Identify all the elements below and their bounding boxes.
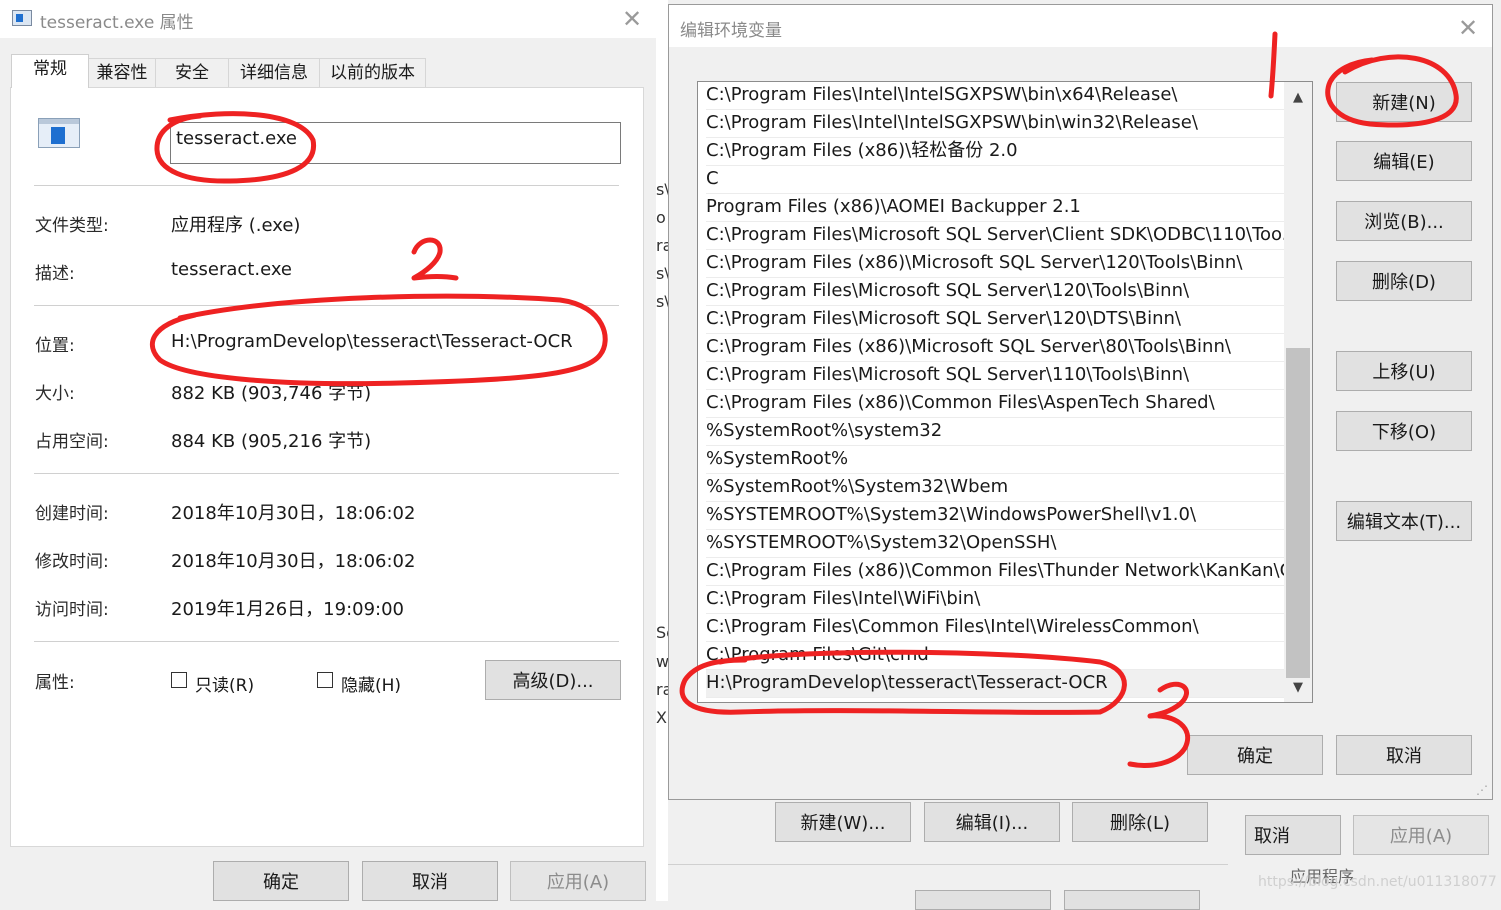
path-list-item[interactable]: %SystemRoot%\system32 [706, 418, 1284, 446]
field-value-location[interactable]: H:\ProgramDevelop\tesseract\Tesseract-OC… [171, 331, 573, 352]
path-list-item-selected[interactable]: H:\ProgramDevelop\tesseract\Tesseract-OC… [706, 670, 1284, 698]
tab-security[interactable]: 安全 [155, 58, 229, 87]
path-list-item[interactable]: C:\Program Files (x86)\Microsoft SQL Ser… [706, 334, 1284, 362]
path-list-item[interactable]: C:\Program Files\Common Files\Intel\Wire… [706, 614, 1284, 642]
path-list-item[interactable]: C:\Program Files\Intel\IntelSGXPSW\bin\w… [706, 110, 1284, 138]
edit-button[interactable]: 编辑(E) [1336, 141, 1472, 181]
back-apply-button[interactable]: 应用(A) [1353, 815, 1489, 855]
env-ok-button[interactable]: 确定 [1187, 735, 1323, 775]
path-list-item[interactable]: Program Files (x86)\AOMEI Backupper 2.1 [706, 194, 1284, 222]
path-list-item[interactable]: %SystemRoot% [706, 446, 1284, 474]
path-list-item[interactable]: C:\Program Files\Microsoft SQL Server\Cl… [706, 222, 1284, 250]
tab-compatibility[interactable]: 兼容性 [88, 58, 156, 87]
general-panel [10, 87, 644, 847]
path-list-item[interactable]: C:\Program Files (x86)\Common Files\Thun… [706, 558, 1284, 586]
text-fragment: X [656, 708, 667, 727]
env-titlebar: 编辑环境变量 ✕ [669, 5, 1492, 47]
path-list-item[interactable]: %SYSTEMROOT%\System32\WindowsPowerShell\… [706, 502, 1284, 530]
hidden-label[interactable]: 隐藏(H) [341, 671, 401, 696]
field-label-description: 描述: [35, 264, 75, 284]
path-list-item[interactable]: C [706, 166, 1284, 194]
field-value-accessed: 2019年1月26日，19:09:00 [171, 599, 405, 620]
path-list-item[interactable]: %SYSTEMROOT%\System32\OpenSSH\ [706, 530, 1284, 558]
path-list-item[interactable]: C:\Program Files (x86)\轻松备份 2.0 [706, 138, 1284, 166]
close-icon[interactable]: ✕ [1458, 16, 1478, 40]
delete-button[interactable]: 删除(D) [1336, 261, 1472, 301]
background-window-strip: s\ o ra s\ s\ Se ws ra X [656, 0, 677, 901]
properties-titlebar: tesseract.exe 属性 ✕ [0, 0, 656, 38]
path-list-item[interactable]: C:\Program Files\Intel\IntelSGXPSW\bin\x… [706, 82, 1284, 110]
text-fragment: o [656, 208, 666, 227]
ok-button[interactable]: 确定 [213, 861, 349, 901]
exe-file-icon [38, 118, 80, 148]
back-button-partial[interactable] [915, 890, 1051, 910]
readonly-label[interactable]: 只读(R) [195, 671, 254, 696]
path-list-item[interactable]: C:\Program Files\Git\cmd [706, 642, 1284, 670]
apply-button[interactable]: 应用(A) [510, 861, 646, 901]
divider [34, 305, 619, 306]
tab-details[interactable]: 详细信息 [228, 58, 320, 87]
field-value-description: tesseract.exe [171, 259, 292, 280]
file-name-input[interactable]: tesseract.exe [170, 122, 621, 164]
attributes-label: 属性: [35, 673, 75, 693]
env-dialog-title: 编辑环境变量 [680, 21, 782, 41]
environment-variables-dialog-behind: 新建(W)... 编辑(I)... 删除(L) 取消 应用(A) 应用程序 ht… [668, 800, 1501, 910]
back-button-partial[interactable] [1064, 890, 1200, 910]
cancel-button[interactable]: 取消 [362, 861, 498, 901]
back-edit-button[interactable]: 编辑(I)... [924, 802, 1060, 842]
field-value-created: 2018年10月30日，18:06:02 [171, 503, 416, 524]
close-icon[interactable]: ✕ [622, 7, 642, 31]
scroll-down-icon[interactable]: ▼ [1284, 680, 1312, 695]
path-list-item[interactable]: %SystemRoot%\System32\Wbem [706, 474, 1284, 502]
path-list-item[interactable]: C:\Program Files\Microsoft SQL Server\12… [706, 278, 1284, 306]
field-value-size-on-disk: 884 KB (905,216 字节) [171, 431, 372, 452]
back-new-button[interactable]: 新建(W)... [775, 802, 911, 842]
field-value-modified: 2018年10月30日，18:06:02 [171, 551, 416, 572]
tab-previous-versions[interactable]: 以前的版本 [319, 58, 426, 87]
edit-environment-variable-dialog: 编辑环境变量 ✕ C:\Program Files\Intel\IntelSGX… [668, 4, 1493, 800]
divider [668, 864, 1228, 865]
field-label-size-on-disk: 占用空间: [35, 432, 109, 452]
divider [34, 473, 619, 474]
watermark: https://blog.csdn.net/u011318077 [1258, 874, 1497, 890]
path-list-item[interactable]: C:\Program Files\Intel\WiFi\bin\ [706, 586, 1284, 614]
field-label-type: 文件类型: [35, 216, 109, 236]
tab-general[interactable]: 常规 [11, 54, 89, 88]
field-value-type: 应用程序 (.exe) [171, 215, 301, 236]
readonly-checkbox[interactable] [171, 672, 187, 688]
edit-text-button[interactable]: 编辑文本(T)... [1336, 501, 1472, 541]
browse-button[interactable]: 浏览(B)... [1336, 201, 1472, 241]
env-cancel-button[interactable]: 取消 [1336, 735, 1472, 775]
scrollbar-thumb[interactable] [1286, 348, 1310, 678]
path-list-item[interactable]: C:\Program Files\Microsoft SQL Server\12… [706, 306, 1284, 334]
path-list-item[interactable]: C:\Program Files (x86)\Common Files\Aspe… [706, 390, 1284, 418]
window-icon [12, 10, 32, 26]
field-label-accessed: 访问时间: [35, 600, 109, 620]
path-list-item[interactable]: C:\Program Files (x86)\Microsoft SQL Ser… [706, 250, 1284, 278]
back-delete-button[interactable]: 删除(L) [1072, 802, 1208, 842]
resize-grip-icon[interactable]: ⋰ [1476, 783, 1488, 797]
properties-dialog: tesseract.exe 属性 ✕ 常规 兼容性 安全 详细信息 以前的版本 … [0, 0, 656, 901]
divider [34, 185, 619, 186]
field-label-modified: 修改时间: [35, 552, 109, 572]
hidden-checkbox[interactable] [317, 672, 333, 688]
divider [34, 641, 619, 642]
field-value-size: 882 KB (903,746 字节) [171, 383, 372, 404]
scroll-up-icon[interactable]: ▲ [1284, 90, 1312, 105]
back-cancel-button[interactable]: 取消 [1245, 815, 1341, 855]
new-button[interactable]: 新建(N) [1336, 82, 1472, 122]
path-list[interactable]: C:\Program Files\Intel\IntelSGXPSW\bin\x… [697, 81, 1313, 703]
field-label-size: 大小: [35, 384, 75, 404]
field-label-location: 位置: [35, 336, 75, 356]
field-label-created: 创建时间: [35, 504, 109, 524]
advanced-button[interactable]: 高级(D)... [485, 660, 621, 700]
properties-title: tesseract.exe 属性 [40, 13, 194, 33]
path-list-item[interactable]: C:\Program Files\Microsoft SQL Server\11… [706, 362, 1284, 390]
move-up-button[interactable]: 上移(U) [1336, 351, 1472, 391]
move-down-button[interactable]: 下移(O) [1336, 411, 1472, 451]
